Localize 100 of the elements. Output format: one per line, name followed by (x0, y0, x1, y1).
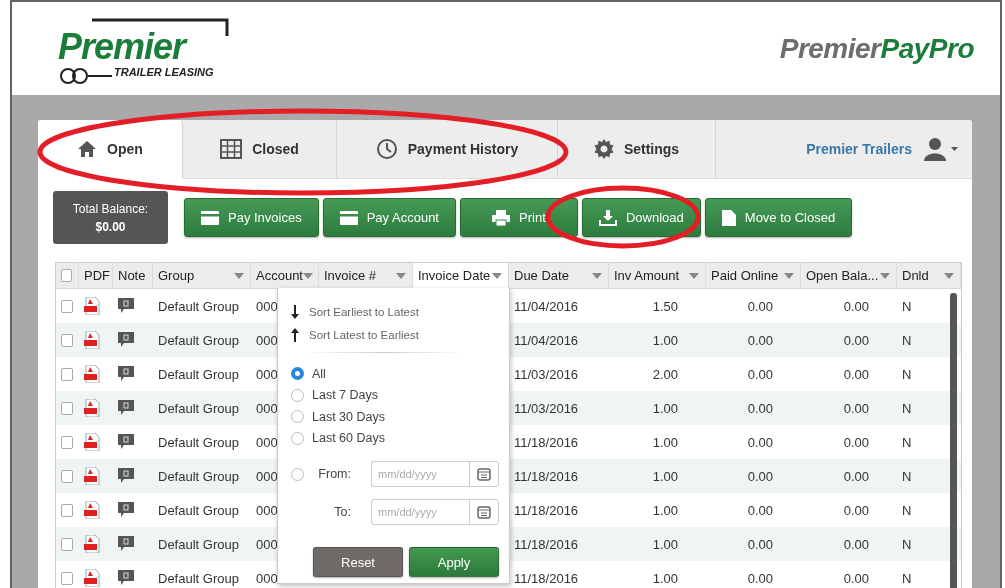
table-cell: Default Group (158, 332, 239, 348)
card-icon (339, 210, 358, 225)
reset-button[interactable]: Reset (313, 547, 403, 577)
table-cell: 0.00 (747, 536, 773, 552)
column-header[interactable]: Inv Amount (614, 268, 680, 283)
scrollbar[interactable] (950, 293, 957, 588)
tab[interactable]: Settings (558, 120, 716, 178)
row-checkbox[interactable] (61, 299, 73, 313)
pdf-icon[interactable] (84, 535, 100, 553)
table-cell: 0.00 (843, 434, 869, 450)
action-button[interactable]: Download (582, 198, 701, 237)
action-button[interactable]: Pay Invoices (184, 198, 319, 237)
pdf-icon[interactable] (84, 433, 100, 451)
range-option[interactable]: All (291, 363, 499, 385)
from-radio[interactable] (291, 467, 304, 481)
dropdown-caret-icon[interactable] (880, 272, 890, 279)
table-cell: 0.00 (843, 332, 869, 348)
product-logo: PremierPayPro (779, 32, 974, 65)
row-checkbox[interactable] (61, 571, 73, 585)
clock-icon (375, 138, 398, 160)
select-all-checkbox[interactable] (61, 269, 72, 282)
note-icon[interactable] (118, 502, 134, 518)
table-cell: N (902, 400, 912, 416)
note-icon[interactable] (118, 400, 134, 416)
pdf-icon[interactable] (84, 399, 100, 417)
note-icon[interactable] (118, 570, 134, 586)
dropdown-caret-icon[interactable] (944, 272, 954, 279)
pdf-icon[interactable] (84, 331, 100, 349)
pdf-icon[interactable] (84, 467, 100, 485)
calendar-icon[interactable] (477, 467, 491, 481)
column-header[interactable]: Invoice # (324, 268, 377, 283)
range-option[interactable]: Last 60 Days (291, 427, 499, 449)
dropdown-caret-icon[interactable] (396, 272, 406, 279)
pdf-icon[interactable] (84, 501, 100, 519)
calendar-icon[interactable] (477, 505, 491, 519)
action-button[interactable]: Print (460, 198, 578, 237)
table-cell: 1.00 (652, 400, 678, 416)
table-cell: 0.00 (747, 400, 773, 416)
note-icon[interactable] (118, 332, 134, 348)
row-checkbox[interactable] (61, 469, 73, 483)
table-cell: 11/03/2016 (514, 400, 579, 416)
note-icon[interactable] (118, 434, 134, 450)
table-cell: 11/04/2016 (514, 332, 579, 348)
row-checkbox[interactable] (61, 367, 73, 381)
total-balance-label: Total Balance: (72, 201, 149, 216)
column-header[interactable]: PDF (84, 268, 110, 283)
note-icon[interactable] (118, 468, 134, 484)
note-icon[interactable] (118, 298, 134, 314)
note-icon[interactable] (118, 366, 134, 382)
row-checkbox[interactable] (61, 401, 73, 415)
table-cell: Default Group (158, 570, 239, 586)
row-checkbox[interactable] (61, 333, 73, 347)
action-button[interactable]: Move to Closed (704, 198, 853, 237)
row-checkbox[interactable] (61, 503, 73, 517)
table-cell: 000 (256, 400, 278, 416)
dropdown-caret-icon[interactable] (492, 272, 502, 279)
pdf-icon[interactable] (84, 569, 100, 587)
tab[interactable]: Closed (183, 120, 337, 178)
table-cell: 0.00 (747, 434, 773, 450)
dropdown-caret-icon[interactable] (784, 272, 794, 279)
row-checkbox[interactable] (61, 435, 73, 449)
table-cell: N (902, 298, 912, 314)
column-header[interactable]: Dnld (902, 268, 929, 283)
dropdown-caret-icon[interactable] (592, 272, 602, 279)
to-label: To: (333, 505, 352, 519)
table-cell: 0.00 (747, 502, 773, 518)
pdf-icon[interactable] (84, 297, 100, 315)
settings-icon (593, 139, 614, 159)
to-date-field[interactable]: mm/dd/yyyy (371, 499, 469, 525)
dropdown-caret-icon[interactable] (234, 272, 244, 279)
table-cell: 1.00 (652, 434, 678, 450)
column-header[interactable]: Paid Online (711, 268, 779, 283)
apply-button[interactable]: Apply (409, 547, 499, 577)
column-header[interactable]: Note (118, 268, 146, 283)
table-cell: 000 (256, 570, 278, 586)
user-menu-icon[interactable] (924, 137, 958, 161)
table-cell: 11/18/2016 (514, 502, 579, 518)
user-name-link[interactable]: Premier Trailers (806, 141, 912, 157)
range-option[interactable]: Last 30 Days (291, 406, 499, 428)
sort-option[interactable]: Sort Earliest to Latest (291, 300, 499, 323)
column-header[interactable]: Open Bala... (806, 268, 879, 283)
pdf-icon[interactable] (84, 365, 100, 383)
company-logo: Premier TRAILER LEASING (52, 13, 232, 84)
sort-option[interactable]: Sort Latest to Earliest (291, 323, 499, 346)
table-cell: 000 (256, 468, 278, 484)
dropdown-caret-icon[interactable] (303, 272, 313, 279)
column-header[interactable]: Account (256, 268, 303, 283)
dropdown-caret-icon[interactable] (689, 272, 699, 279)
note-icon[interactable] (118, 536, 134, 552)
table-cell: N (902, 332, 912, 348)
column-header[interactable]: Group (158, 268, 195, 283)
total-balance-value: $0.00 (95, 219, 126, 234)
column-header[interactable]: Due Date (514, 268, 569, 283)
range-option[interactable]: Last 7 Days (291, 384, 499, 406)
table-cell: Default Group (158, 536, 239, 552)
from-date-field[interactable]: mm/dd/yyyy (371, 461, 469, 487)
row-checkbox[interactable] (61, 537, 73, 551)
tab[interactable]: Payment History (337, 120, 558, 178)
action-button[interactable]: Pay Account (322, 198, 456, 237)
table-cell: 0.00 (843, 366, 869, 382)
